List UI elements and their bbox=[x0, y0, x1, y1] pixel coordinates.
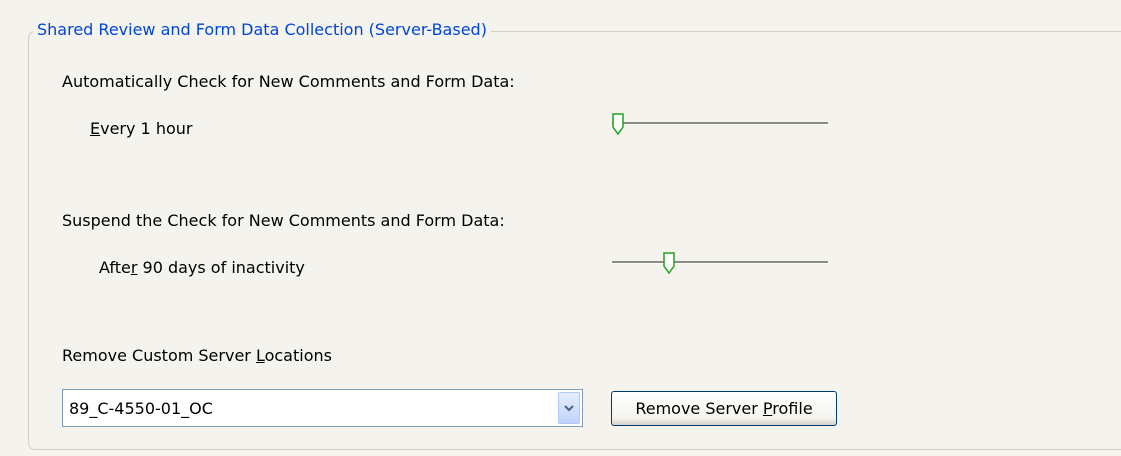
group-title: Shared Review and Form Data Collection (… bbox=[33, 20, 491, 39]
server-location-dropdown[interactable]: 89_C-4550-01_OC bbox=[62, 389, 583, 427]
interval-accelerator: E bbox=[90, 119, 101, 138]
remove-locations-accelerator: L bbox=[255, 346, 265, 365]
suspend-text: 90 days of inactivity bbox=[137, 258, 305, 277]
selected-server-value: 89_C-4550-01_OC bbox=[69, 399, 213, 418]
suspend-interval-label: After 90 days of inactivity bbox=[99, 258, 305, 277]
interval-text: very 1 hour bbox=[100, 119, 193, 138]
slider-thumb[interactable] bbox=[663, 252, 675, 274]
remove-server-profile-button[interactable]: Remove Server Profile bbox=[611, 391, 837, 426]
suspend-interval-slider[interactable] bbox=[612, 252, 828, 274]
remove-server-profile-label: Remove Server Profile bbox=[635, 399, 812, 418]
suspend-heading: Suspend the Check for New Comments and F… bbox=[62, 211, 505, 230]
button-label-accelerator: P bbox=[762, 399, 773, 418]
check-interval-slider[interactable] bbox=[612, 113, 828, 135]
check-interval-label: Every 1 hour bbox=[90, 119, 192, 138]
slider-track bbox=[612, 261, 828, 264]
button-label-rest: rofile bbox=[772, 399, 813, 418]
auto-check-heading: Automatically Check for New Comments and… bbox=[62, 72, 515, 91]
remove-locations-rest: ocations bbox=[264, 346, 332, 365]
group-box-frame bbox=[28, 31, 1121, 450]
suspend-prefix: Afte bbox=[99, 258, 131, 277]
remove-locations-prefix: Remove Custom Server bbox=[62, 346, 256, 365]
remove-locations-label: Remove Custom Server Locations bbox=[62, 346, 332, 365]
button-label-prefix: Remove Server bbox=[635, 399, 763, 418]
slider-thumb[interactable] bbox=[612, 113, 624, 135]
slider-track bbox=[612, 122, 828, 125]
dropdown-button[interactable] bbox=[558, 392, 580, 424]
chevron-down-icon bbox=[564, 405, 574, 412]
